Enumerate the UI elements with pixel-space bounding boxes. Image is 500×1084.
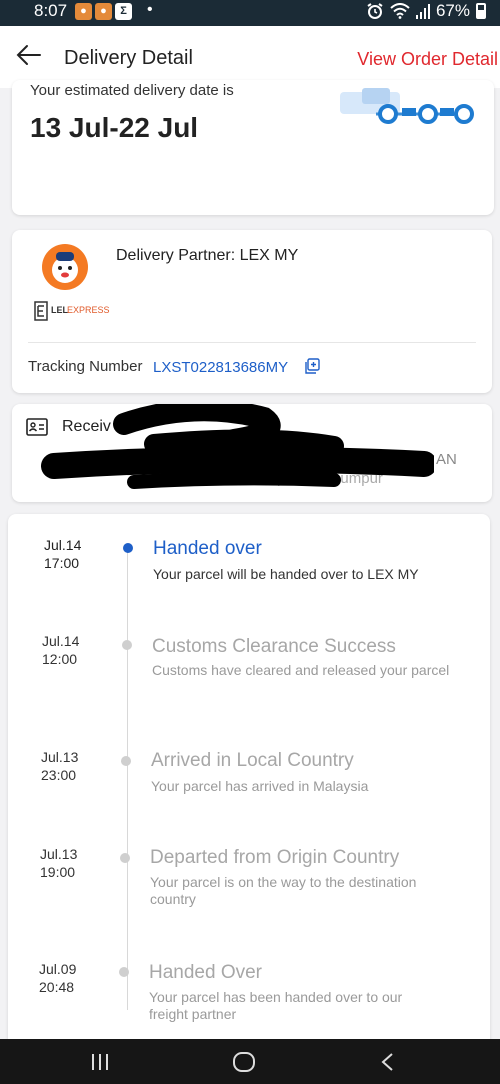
back-arrow-icon[interactable] [14, 40, 44, 70]
event-date: Jul.13 23:00 [41, 749, 79, 783]
home-icon[interactable] [232, 1052, 256, 1072]
app-notification-icon: ● [75, 3, 92, 20]
receiver-card: Receiv AN ur, Wp Kuala Lumpur [12, 404, 492, 502]
event-date: Jul.13 19:00 [40, 846, 78, 880]
status-right: 67% [366, 1, 486, 21]
event-description: Your parcel has arrived in Malaysia [151, 778, 369, 794]
lel-logo-text: LEL [51, 305, 68, 315]
redaction-scribble [41, 404, 434, 489]
nav-back-icon[interactable] [380, 1052, 394, 1072]
status-dot: • [147, 1, 153, 18]
partner-mascot-logo [42, 244, 88, 290]
estimate-label: Your estimated delivery date is [30, 82, 234, 99]
event-title: Handed over [153, 538, 262, 559]
page-title: Delivery Detail [64, 47, 193, 69]
tracking-number-label: Tracking Number [28, 358, 143, 375]
battery-icon [476, 3, 486, 19]
sigma-icon: Σ [115, 3, 132, 20]
event-dot [120, 853, 130, 863]
event-dot [123, 543, 133, 553]
alarm-icon [367, 3, 383, 19]
lel-express-logo: LEL EXPRESS [34, 300, 134, 322]
event-date: Jul.14 17:00 [44, 537, 82, 571]
lel-mark-icon [34, 301, 48, 321]
view-order-detail-link[interactable]: View Order Detail [357, 49, 498, 70]
notification-icons: ● ● Σ [75, 3, 132, 20]
estimate-date: 13 Jul-22 Jul [30, 112, 199, 143]
app-notification-icon: ● [95, 3, 112, 20]
receiver-address-fragment: AN [436, 451, 457, 468]
app-header: Delivery Detail View Order Detail [0, 26, 500, 88]
partner-card: LEL EXPRESS Delivery Partner: LEX MY Tra… [12, 230, 492, 393]
signal-icon [415, 4, 430, 19]
battery-percent: 67% [435, 1, 470, 20]
recent-apps-icon[interactable] [90, 1053, 110, 1071]
system-nav-bar [0, 1039, 500, 1084]
event-description: Your parcel is on the way to the destina… [150, 874, 417, 907]
status-bar: 8:07 ● ● Σ • 67% [0, 0, 500, 26]
tracking-timeline-card: Jul.14 17:00 Handed over Your parcel wil… [8, 514, 490, 1054]
event-title: Customs Clearance Success [152, 636, 396, 657]
event-description: Your parcel will be handed over to LEX M… [153, 566, 419, 582]
event-date: Jul.14 12:00 [42, 633, 80, 667]
event-description: Customs have cleared and released your p… [152, 662, 450, 678]
event-description: Your parcel has been handed over to our … [149, 989, 403, 1022]
timeline-line [127, 550, 128, 1010]
event-title: Arrived in Local Country [151, 750, 354, 771]
delivery-partner-label: Delivery Partner: LEX MY [116, 247, 299, 264]
event-dot [119, 967, 129, 977]
event-dot [121, 756, 131, 766]
copy-icon[interactable] [304, 358, 320, 374]
event-dot [122, 640, 132, 650]
express-logo-text: EXPRESS [67, 305, 110, 315]
divider [28, 342, 476, 343]
tracking-number-value[interactable]: LXST022813686MY [153, 359, 288, 376]
event-date: Jul.09 20:48 [39, 961, 77, 995]
estimate-card: Your estimated delivery date is 13 Jul-2… [12, 80, 494, 215]
wifi-icon [390, 3, 410, 19]
event-title: Departed from Origin Country [150, 847, 400, 868]
status-time: 8:07 [34, 1, 68, 20]
delivery-truck-icon [340, 88, 474, 124]
event-title: Handed Over [149, 962, 263, 983]
